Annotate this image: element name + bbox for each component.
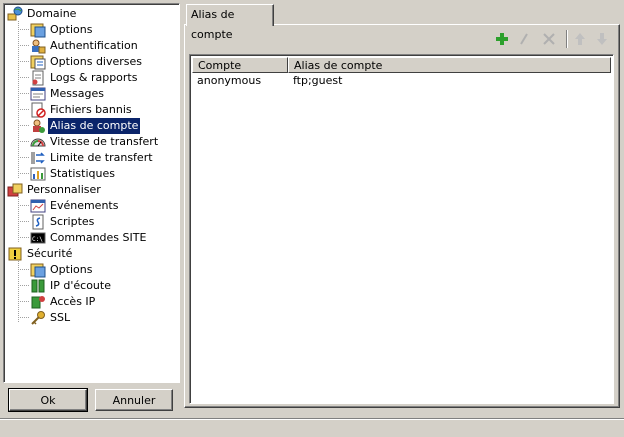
cancel-button[interactable]: Annuler [95,389,173,411]
column-header-alias[interactable]: Alias de compte [288,57,611,73]
statistics-icon [30,167,46,181]
tree-item-label: Vitesse de transfert [50,135,159,148]
listen-ip-icon [31,279,45,293]
cell-compte: anonymous [197,74,262,87]
toolbar-separator [566,30,568,48]
tree-item-label: Sécurité [27,247,73,260]
account-alias-list[interactable]: Compte Alias de compte anonymous ftp;gue… [189,54,614,404]
arrow-down-icon[interactable] [594,31,610,47]
customize-icon [7,183,23,197]
tree-item-label: Options [50,23,93,36]
banned-files-icon [31,102,46,118]
tree-item-label: Evénements [50,199,119,212]
transfer-limit-icon [31,152,45,164]
tree-item-label: Domaine [27,7,77,20]
events-icon [30,199,46,213]
tab-alias-de-compte[interactable]: Alias de compte [186,4,274,41]
domain-icon [7,6,23,21]
options-icon [30,263,46,278]
tree-item-label: Statistiques [50,167,115,180]
tree-item-label: Personnaliser [27,183,101,196]
delete-icon[interactable] [541,31,557,47]
tree-item-label: Alias de compte [48,118,141,134]
tree-item-label: Messages [50,87,104,100]
options-icon [30,23,46,38]
account-alias-icon [33,119,45,133]
scripts-icon [32,214,44,230]
logs-icon [32,70,44,86]
speedometer-icon [30,138,46,147]
tree-item-label: Fichiers bannis [50,103,132,116]
svg-text:C:\: C:\ [32,236,43,243]
ip-access-icon [31,296,45,309]
tree-item-label: Commandes SITE [50,231,147,244]
tree-item-label: SSL [50,311,71,324]
edit-icon[interactable] [516,31,532,47]
column-header-compte[interactable]: Compte [192,57,288,73]
status-bar [0,418,624,437]
security-icon [8,247,22,261]
misc-options-icon [30,55,46,70]
settings-tree[interactable]: Domaine Options Authentification Options… [3,3,180,383]
cell-alias: ftp;guest [293,74,343,87]
authentication-icon [32,39,46,54]
tree-item-label: Accès IP [50,295,96,308]
add-icon[interactable] [494,31,510,47]
tree-item-label: Authentification [50,39,138,52]
ok-button[interactable]: Ok [8,388,88,412]
tree-item-label: Limite de transfert [50,151,153,164]
key-icon [31,311,45,325]
tree-item-label: Scriptes [50,215,95,228]
arrow-up-icon[interactable] [572,31,588,47]
tree-item-label: Logs & rapports [50,71,138,84]
console-icon: C:\ [30,232,46,244]
tree-item-label: IP d'écoute [50,279,111,292]
messages-icon [30,87,46,101]
tree-item-label: Options diverses [50,55,143,68]
tree-item-label: Options [50,263,93,276]
